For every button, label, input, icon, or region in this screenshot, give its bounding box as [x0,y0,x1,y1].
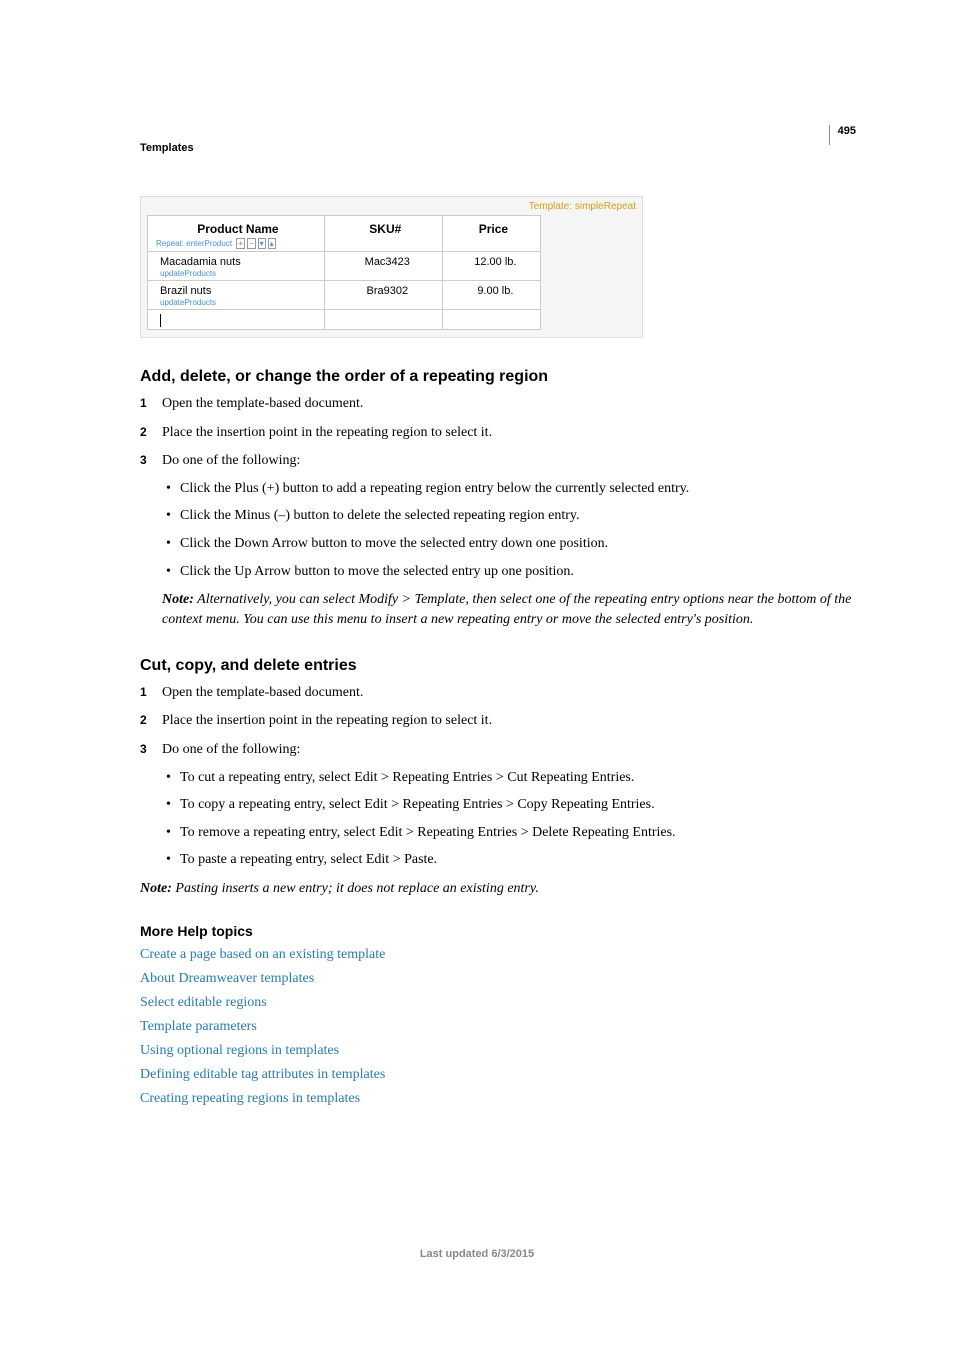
note-block: Note: Pasting inserts a new entry; it do… [140,879,860,899]
bullet-item: To copy a repeating entry, select Edit >… [162,795,860,815]
heading-cut-copy: Cut, copy, and delete entries [140,657,860,675]
steps-list-2: Open the template-based document. Place … [140,683,860,870]
up-arrow-icon[interactable]: ▴ [268,238,276,249]
help-link[interactable]: Template parameters [140,1019,860,1035]
steps-list-1: Open the template-based document. Place … [140,394,860,581]
cell-sku: Bra9302 [324,281,442,310]
help-links: Create a page based on an existing templ… [140,947,860,1107]
screenshot-figure: Template: simpleRepeat Product Name Repe… [140,196,643,338]
note-label: Note: [140,881,172,896]
heading-more-help: More Help topics [140,923,860,939]
step-item: Do one of the following: Click the Plus … [140,451,860,581]
table-row: Brazil nuts updateProducts Bra9302 9.00 … [148,281,541,310]
th-product-name: Product Name Repeat: enterProduct +−▾▴ [148,216,325,252]
th-price: Price [442,216,540,252]
step-item: Open the template-based document. [140,683,860,703]
step-item: Do one of the following: To cut a repeat… [140,740,860,870]
table-row: Macadamia nuts updateProducts Mac3423 12… [148,252,541,281]
help-link[interactable]: Using optional regions in templates [140,1043,860,1059]
note-text: Alternatively, you can select Modify > T… [162,592,851,627]
minus-icon[interactable]: − [247,238,256,249]
bullet-item: Click the Up Arrow button to move the se… [162,562,860,582]
cell-name: Macadamia nuts [160,256,241,268]
plus-icon[interactable]: + [236,238,245,249]
page-number: 495 [829,125,856,145]
bullet-item: To paste a repeating entry, select Edit … [162,850,860,870]
note-text: Pasting inserts a new entry; it does not… [175,881,538,896]
text-cursor-icon [160,314,161,327]
note-block: Note: Alternatively, you can select Modi… [162,590,860,631]
bullet-list: To cut a repeating entry, select Edit > … [162,768,860,870]
footer-last-updated: Last updated 6/3/2015 [0,1248,954,1260]
help-link[interactable]: Select editable regions [140,995,860,1011]
step-item: Open the template-based document. [140,394,860,414]
heading-add-delete: Add, delete, or change the order of a re… [140,368,860,386]
breadcrumb-header: Templates [140,142,194,154]
cell-price: 12.00 lb. [442,252,540,281]
help-link[interactable]: Create a page based on an existing templ… [140,947,860,963]
step-item: Place the insertion point in the repeati… [140,711,860,731]
cell-price: 9.00 lb. [442,281,540,310]
bullet-item: Click the Minus (–) button to delete the… [162,506,860,526]
help-link[interactable]: Defining editable tag attributes in temp… [140,1067,860,1083]
bullet-item: To remove a repeating entry, select Edit… [162,823,860,843]
bullet-list: Click the Plus (+) button to add a repea… [162,479,860,581]
th-sku: SKU# [324,216,442,252]
cell-name: Brazil nuts [160,285,211,297]
product-table: Product Name Repeat: enterProduct +−▾▴ S… [147,215,541,330]
help-link[interactable]: About Dreamweaver templates [140,971,860,987]
table-row-empty [148,310,541,330]
cell-sku: Mac3423 [324,252,442,281]
bullet-item: Click the Down Arrow button to move the … [162,534,860,554]
bullet-item: To cut a repeating entry, select Edit > … [162,768,860,788]
step-item: Place the insertion point in the repeati… [140,423,860,443]
down-arrow-icon[interactable]: ▾ [258,238,266,249]
update-label: updateProducts [160,298,320,307]
template-badge: Template: simpleRepeat [529,201,636,212]
update-label: updateProducts [160,269,320,278]
help-link[interactable]: Creating repeating regions in templates [140,1091,860,1107]
bullet-item: Click the Plus (+) button to add a repea… [162,479,860,499]
repeat-region-label: Repeat: enterProduct +−▾▴ [156,238,320,249]
th-product-name-text: Product Name [197,222,278,236]
note-label: Note: [162,592,194,607]
